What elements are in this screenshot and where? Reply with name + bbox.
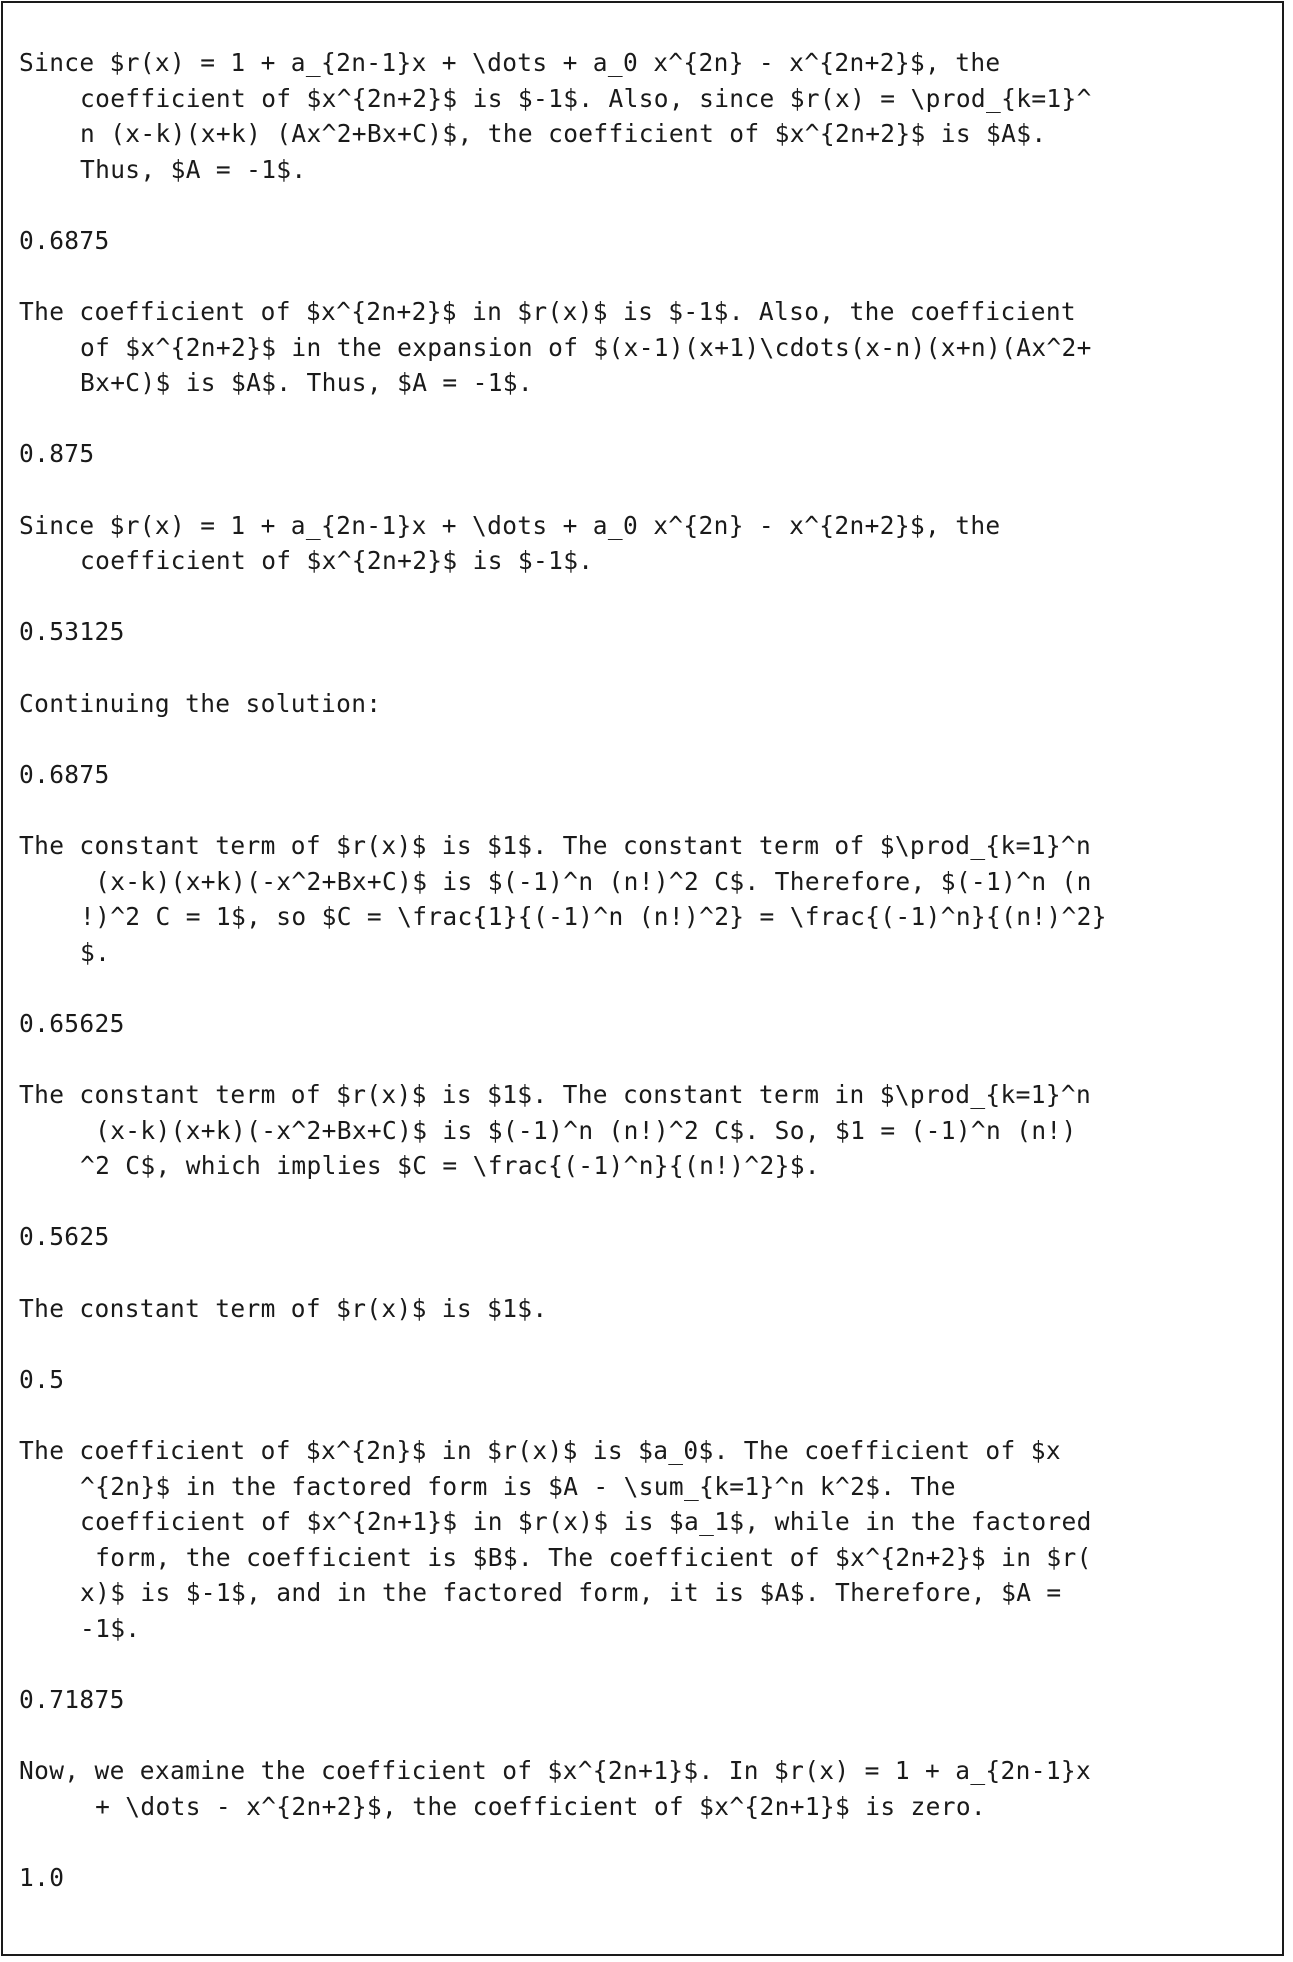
step-score: 0.6875 [19,225,110,255]
step-score: 1.0 [19,1862,65,1892]
text-line: ^2 C$, which implies $C = \frac{(-1)^n}{… [80,1151,820,1180]
text-line: The constant term of $r(x)$ is $1$. The … [19,831,1092,860]
text-line: Since $r(x) = 1 + a_{2n-1}x + \dots + a_… [19,510,1001,540]
solution-step-text: The constant term of $r(x)$ is $1$. [19,1291,1269,1327]
text-line: The constant term of $r(x)$ is $1$. The … [19,1080,1092,1109]
text-line: !)^2 C = 1$, so $C = \frac{1}{(-1)^n (n!… [80,902,1107,931]
text-line: The coefficient of $x^{2n}$ in $r(x)$ is… [19,1436,1061,1465]
text-line: form, the coefficient is $B$. The coeffi… [80,1542,1092,1572]
text-line: Continuing the solution: [19,688,382,718]
step-score: 0.71875 [19,1684,125,1714]
document-body: Since $r(x) = 1 + a_{2n-1}x + \dots + a_… [19,45,1269,1895]
solution-step-text: Since $r(x) = 1 + a_{2n-1}x + \dots + a_… [19,45,1269,187]
document-frame: Since $r(x) = 1 + a_{2n-1}x + \dots + a_… [1,1,1284,1956]
text-line: x)$ is $-1$, and in the factored form, i… [80,1578,1062,1607]
step-score: 0.65625 [19,1008,125,1038]
step-score: 0.53125 [19,617,125,646]
text-line: The constant term of $r(x)$ is $1$. [19,1293,548,1323]
solution-step-text: The constant term of $r(x)$ is $1$. The … [19,1077,1269,1184]
text-line: Since $r(x) = 1 + a_{2n-1}x + \dots + a_… [19,48,1001,77]
solution-step-text: Continuing the solution: [19,686,1269,722]
text-line: Now, we examine the coefficient of $x^{2… [19,1756,1092,1785]
text-line: -1$. [80,1613,141,1643]
text-line: coefficient of $x^{2n+2}$ is $-1$. [80,546,594,575]
solution-step-text: The constant term of $r(x)$ is $1$. The … [19,828,1269,970]
text-line: of $x^{2n+2}$ in the expansion of $(x-1)… [80,332,1092,362]
step-score: 0.5 [19,1364,65,1394]
text-line: (x-k)(x+k)(-x^2+Bx+C)$ is $(-1)^n (n!)^2… [80,1115,1077,1145]
text-line: Bx+C)$ is $A$. Thus, $A = -1$. [80,368,534,397]
step-score: 0.5625 [19,1222,110,1251]
text-line: The coefficient of $x^{2n+2}$ in $r(x)$ … [19,297,1077,326]
text-line: $. [80,937,111,967]
text-line: Thus, $A = -1$. [80,154,307,184]
text-line: coefficient of $x^{2n+1}$ in $r(x)$ is $… [80,1507,1092,1536]
solution-step-text: The coefficient of $x^{2n+2}$ in $r(x)$ … [19,294,1269,401]
text-line: + \dots - x^{2n+2}$, the coefficient of … [80,1791,987,1821]
solution-step-text: Since $r(x) = 1 + a_{2n-1}x + \dots + a_… [19,508,1269,579]
solution-step-text: Now, we examine the coefficient of $x^{2… [19,1753,1269,1824]
text-line: (x-k)(x+k)(-x^2+Bx+C)$ is $(-1)^n (n!)^2… [80,866,1092,896]
text-line: n (x-k)(x+k) (Ax^2+Bx+C)$, the coefficie… [80,119,1047,148]
text-line: coefficient of $x^{2n+2}$ is $-1$. Also,… [80,83,1092,113]
step-score: 0.6875 [19,759,110,789]
solution-step-text: The coefficient of $x^{2n}$ in $r(x)$ is… [19,1433,1269,1646]
step-score: 0.875 [19,439,95,468]
text-line: ^{2n}$ in the factored form is $A - \sum… [80,1471,956,1501]
